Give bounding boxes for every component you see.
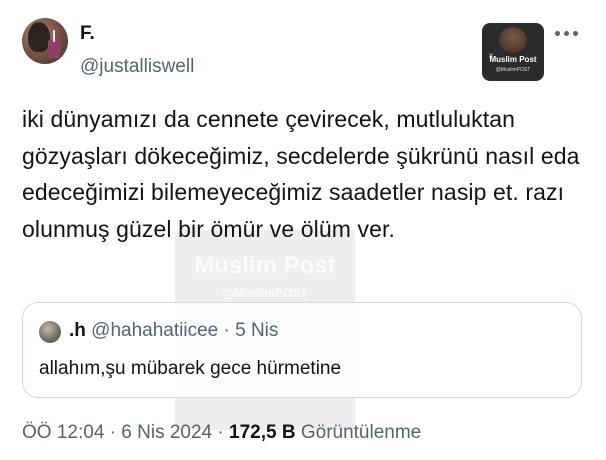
avatar-cup — [48, 40, 60, 58]
author-handle[interactable]: @justalliswell — [80, 55, 194, 79]
meta-separator: · — [109, 422, 116, 443]
quote-separator: · — [223, 320, 230, 341]
watermark-logo: ✕ Muslim Post @MuslimPOST — [482, 23, 544, 81]
quote-text: allahım,şu mübarek gece hürmetine — [39, 358, 342, 379]
quote-author-avatar — [39, 321, 61, 343]
views-count: 172,5 B — [229, 422, 296, 443]
quote-date: 5 Nis — [235, 320, 279, 341]
views-label: Görüntülenme — [300, 422, 422, 443]
watermark-handle: @MuslimPOST — [495, 67, 531, 73]
more-dot — [555, 30, 560, 36]
more-dot — [564, 30, 569, 36]
watermark-overlay-brand: Muslim Post — [194, 252, 336, 279]
meta-separator: · — [217, 422, 224, 443]
tweet-text: iki dünyamızı da cennete çevirecek, mutl… — [22, 106, 580, 242]
avatar-straw — [53, 30, 55, 42]
quote-header: .h @hahahatiicee · 5 Nis — [69, 319, 278, 343]
watermark-overlay-handle: @MuslimPOST — [222, 286, 308, 300]
author-avatar[interactable] — [22, 18, 68, 64]
quote-author-handle: @hahahatiicee — [91, 320, 219, 341]
watermark-face — [499, 27, 527, 53]
tweet-date[interactable]: 6 Nis 2024 — [121, 422, 212, 443]
author-display-name[interactable]: F. — [80, 22, 95, 46]
tweet-time[interactable]: ÖÖ 12:04 — [22, 422, 104, 443]
watermark-brand: Muslim Post — [489, 55, 537, 64]
more-horizontal-icon[interactable] — [555, 28, 581, 38]
quote-author-name: .h — [69, 320, 86, 341]
avatar-hair — [28, 22, 50, 52]
tweet-metadata: ÖÖ 12:04 · 6 Nis 2024 · 172,5 B Görüntül… — [22, 421, 421, 445]
quoted-tweet[interactable]: .h @hahahatiicee · 5 Nis allahım,şu müba… — [22, 302, 582, 398]
more-dot — [573, 30, 578, 36]
